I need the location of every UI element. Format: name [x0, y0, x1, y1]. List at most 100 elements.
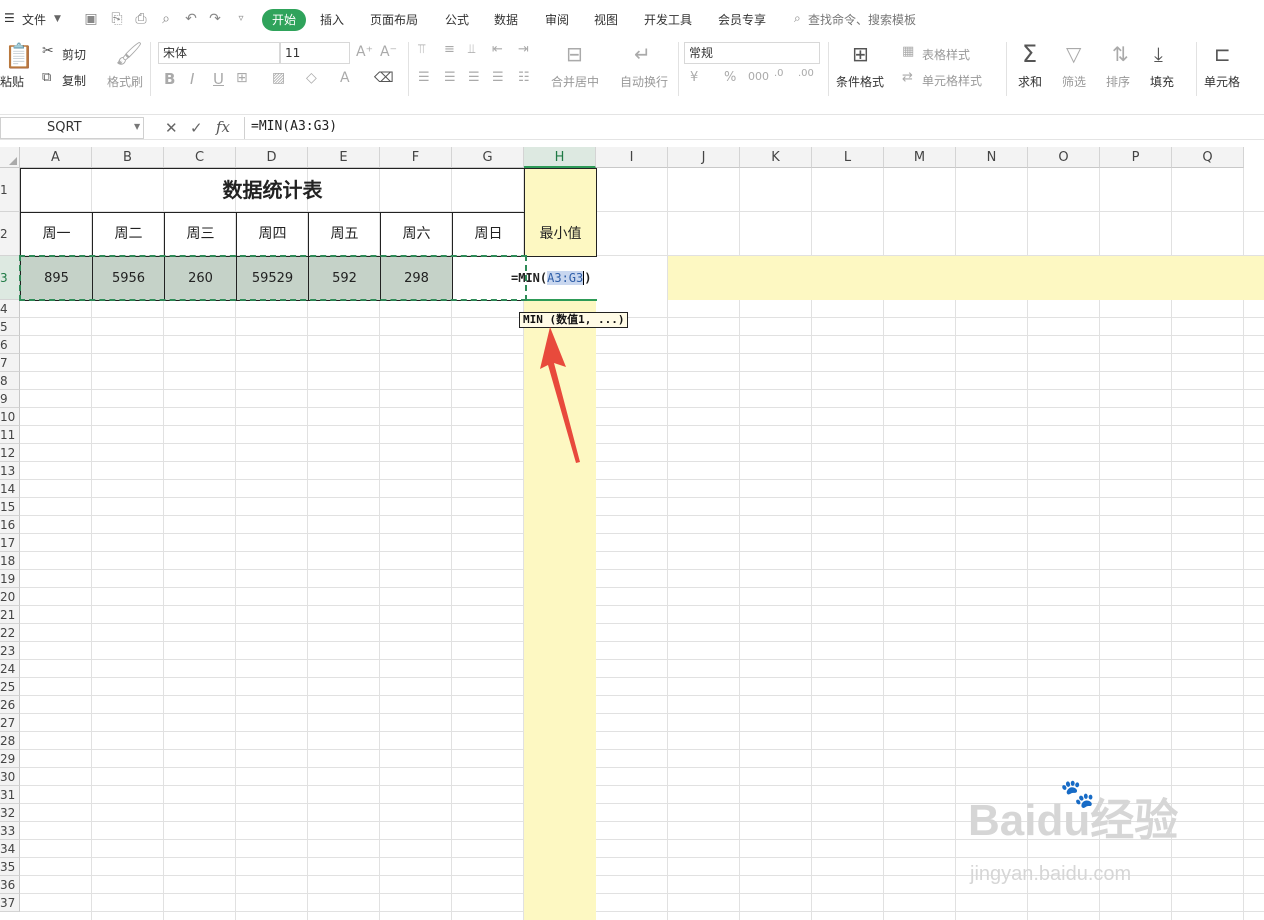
cell-style-icon[interactable]: ⇄: [902, 70, 913, 85]
conditional-format-button[interactable]: 条件格式: [836, 73, 884, 90]
indent-increase-icon[interactable]: ⇥: [518, 42, 529, 57]
row-header-3[interactable]: 3: [0, 256, 20, 300]
cell-A3[interactable]: 895: [20, 256, 93, 301]
row-header-5[interactable]: 5: [0, 318, 20, 336]
row-header-29[interactable]: 29: [0, 750, 20, 768]
column-header-f[interactable]: F: [380, 147, 452, 168]
print-preview-icon[interactable]: ⌕: [157, 10, 175, 28]
fill-icon[interactable]: ⤓: [1154, 42, 1163, 66]
select-all-corner[interactable]: [0, 147, 20, 168]
bold-icon[interactable]: B: [164, 70, 175, 88]
sort-button[interactable]: 排序: [1106, 73, 1130, 90]
export-icon[interactable]: ⎘: [108, 10, 126, 28]
table-title[interactable]: 数据统计表: [20, 168, 525, 212]
align-center-icon[interactable]: ☰: [444, 70, 456, 85]
font-color-icon[interactable]: A: [340, 70, 350, 86]
formula-input[interactable]: =MIN(A3:G3): [244, 117, 1264, 139]
search-icon[interactable]: ⌕: [794, 11, 801, 26]
row-header-16[interactable]: 16: [0, 516, 20, 534]
row-header-28[interactable]: 28: [0, 732, 20, 750]
tab-data[interactable]: 数据: [494, 11, 518, 28]
tab-member[interactable]: 会员专享: [718, 11, 766, 28]
cut-button[interactable]: 剪切: [62, 46, 86, 63]
fill-button[interactable]: 填充: [1150, 73, 1174, 90]
save-icon[interactable]: ▣: [82, 10, 100, 28]
column-header-q[interactable]: Q: [1172, 147, 1244, 168]
row-header-17[interactable]: 17: [0, 534, 20, 552]
undo-icon[interactable]: ↶: [182, 10, 200, 28]
cancel-icon[interactable]: ✕: [165, 119, 178, 137]
format-painter-icon[interactable]: 🖌: [115, 42, 143, 67]
cell-icon[interactable]: ⊏: [1214, 42, 1231, 66]
italic-icon[interactable]: I: [190, 70, 194, 88]
header-min[interactable]: 最小值: [524, 168, 597, 257]
row-header-24[interactable]: 24: [0, 660, 20, 678]
column-header-m[interactable]: M: [884, 147, 956, 168]
font-name-select[interactable]: 宋体: [158, 42, 280, 64]
row-header-2[interactable]: 2: [0, 212, 20, 256]
conditional-format-icon[interactable]: ⊞: [852, 42, 869, 66]
fill-pattern-icon[interactable]: ▨: [272, 70, 285, 86]
tab-home[interactable]: 开始: [262, 9, 306, 31]
column-header-j[interactable]: J: [668, 147, 740, 168]
merge-center-icon[interactable]: ⊟: [566, 42, 583, 66]
distributed-icon[interactable]: ☷: [518, 70, 530, 85]
file-chevron-icon[interactable]: ▼: [54, 14, 61, 24]
format-painter-button[interactable]: 格式刷: [107, 73, 143, 90]
header-wed[interactable]: 周三: [164, 212, 237, 257]
tab-formulas[interactable]: 公式: [445, 11, 469, 28]
row-header-14[interactable]: 14: [0, 480, 20, 498]
row-header-37[interactable]: 37: [0, 894, 20, 912]
tab-page-layout[interactable]: 页面布局: [370, 11, 418, 28]
column-header-e[interactable]: E: [308, 147, 380, 168]
border-icon[interactable]: ⊞: [236, 70, 248, 86]
row-header-35[interactable]: 35: [0, 858, 20, 876]
decrease-decimal-icon[interactable]: .00: [798, 68, 814, 79]
column-header-n[interactable]: N: [956, 147, 1028, 168]
insert-function-button[interactable]: fx: [216, 118, 230, 136]
print-icon[interactable]: ⎙: [132, 10, 150, 28]
font-size-select[interactable]: 11: [280, 42, 350, 64]
row-header-1[interactable]: 1: [0, 168, 20, 212]
column-header-d[interactable]: D: [236, 147, 308, 168]
percent-icon[interactable]: %: [724, 70, 736, 85]
column-header-a[interactable]: A: [20, 147, 92, 168]
currency-icon[interactable]: ¥: [690, 70, 698, 85]
row-header-6[interactable]: 6: [0, 336, 20, 354]
cell-I3[interactable]: [596, 256, 668, 300]
scissors-icon[interactable]: ✂: [42, 43, 54, 59]
column-header-p[interactable]: P: [1100, 147, 1172, 168]
filter-button[interactable]: 筛选: [1062, 73, 1086, 90]
redo-icon[interactable]: ↷: [206, 10, 224, 28]
cell-B3[interactable]: 5956: [92, 256, 165, 301]
table-style-button[interactable]: 表格样式: [922, 46, 970, 63]
header-thu[interactable]: 周四: [236, 212, 309, 257]
row-header-25[interactable]: 25: [0, 678, 20, 696]
justify-icon[interactable]: ☰: [492, 70, 504, 85]
row-header-36[interactable]: 36: [0, 876, 20, 894]
cell-button[interactable]: 单元格: [1204, 73, 1240, 90]
indent-decrease-icon[interactable]: ⇤: [492, 42, 503, 57]
tab-developer[interactable]: 开发工具: [644, 11, 692, 28]
wrap-text-icon[interactable]: ↵: [634, 42, 651, 66]
number-format-select[interactable]: 常规: [684, 42, 820, 64]
command-search[interactable]: 查找命令、搜索模板: [808, 11, 916, 28]
row-header-10[interactable]: 10: [0, 408, 20, 426]
row-header-34[interactable]: 34: [0, 840, 20, 858]
customize-toolbar-icon[interactable]: ▿: [232, 10, 250, 28]
row-header-11[interactable]: 11: [0, 426, 20, 444]
cell-C3[interactable]: 260: [164, 256, 237, 301]
column-header-b[interactable]: B: [92, 147, 164, 168]
column-header-c[interactable]: C: [164, 147, 236, 168]
hamburger-icon[interactable]: ☰: [4, 11, 15, 25]
row-header-8[interactable]: 8: [0, 372, 20, 390]
tab-review[interactable]: 审阅: [545, 11, 569, 28]
header-sat[interactable]: 周六: [380, 212, 453, 257]
row-header-21[interactable]: 21: [0, 606, 20, 624]
header-sun[interactable]: 周日: [452, 212, 525, 257]
name-box-chevron-icon[interactable]: ▼: [134, 122, 140, 131]
row-header-30[interactable]: 30: [0, 768, 20, 786]
row-header-19[interactable]: 19: [0, 570, 20, 588]
cell-E3[interactable]: 592: [308, 256, 381, 301]
tab-view[interactable]: 视图: [594, 11, 618, 28]
